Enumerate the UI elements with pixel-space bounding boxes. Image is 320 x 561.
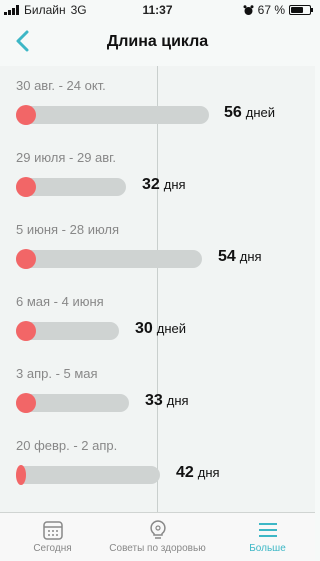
cycle-start-dot: [16, 249, 36, 269]
status-right: 67 %: [243, 3, 313, 17]
cycle-bar: [16, 105, 209, 125]
cycle-unit: дня: [163, 177, 186, 192]
cycle-value: 56 дней: [224, 104, 275, 122]
tab-more[interactable]: Больше: [220, 513, 315, 561]
cycle-range: 5 июня - 28 июля: [16, 222, 120, 237]
cycle-range: 20 февр. - 2 апр.: [16, 438, 118, 453]
cycle-value: 42 дня: [176, 464, 220, 482]
cycle-start-dot: [16, 393, 36, 413]
tab-today[interactable]: Сегодня: [0, 513, 105, 561]
cycle-days: 30: [135, 320, 153, 337]
cycle-days: 56: [224, 104, 242, 121]
cycle-days: 32: [142, 176, 160, 193]
tab-bar: Сегодня Советы по здоровью Больше: [0, 512, 315, 561]
cycle-start-dot: [16, 105, 36, 125]
cycle-row: 30 авг. - 24 окт. 56 дней: [0, 66, 315, 138]
cycle-row: 3 апр. - 5 мая 33 дня: [0, 354, 315, 426]
battery-percent: 67 %: [257, 3, 285, 17]
cycle-unit: дня: [239, 249, 262, 264]
page-title: Длина цикла: [106, 33, 209, 50]
cycle-bar: [16, 321, 119, 341]
cycle-range: 6 мая - 4 июня: [16, 294, 104, 309]
battery-icon: [289, 5, 313, 15]
tab-health-tips[interactable]: Советы по здоровью: [95, 513, 220, 561]
cycle-range: 30 авг. - 24 окт.: [16, 78, 106, 93]
cycle-value: 54 дня: [218, 248, 262, 266]
cycle-range: 3 апр. - 5 мая: [16, 366, 98, 381]
cycle-value: 30 дней: [135, 320, 186, 338]
alarm-icon: [243, 4, 254, 15]
menu-icon: [258, 523, 277, 537]
calendar-icon: [42, 521, 63, 540]
cycle-bar: [16, 393, 129, 413]
cycle-bar: [16, 465, 160, 485]
cycle-unit: дней: [245, 105, 276, 120]
cycle-start-dot: [16, 177, 36, 197]
cycle-length-list: 30 авг. - 24 окт. 56 дней 29 июля - 29 ав…: [0, 66, 315, 512]
status-bar: Билайн 3G 11:37 67 %: [0, 0, 315, 20]
cycle-row: 5 июня - 28 июля 54 дня: [0, 210, 315, 282]
cycle-days: 42: [176, 464, 194, 481]
cycle-days: 54: [218, 248, 236, 265]
cycle-value: 33 дня: [145, 392, 189, 410]
cycle-start-dot: [16, 465, 26, 485]
cycle-row: 20 февр. - 2 апр. 42 дня: [0, 426, 315, 498]
tab-label: Сегодня: [33, 543, 72, 554]
cycle-unit: дней: [156, 321, 187, 336]
cycle-start-dot: [16, 321, 36, 341]
lightbulb-icon: [149, 520, 166, 539]
cycle-days: 33: [145, 392, 163, 409]
cycle-row: 6 мая - 4 июня 30 дней: [0, 282, 315, 354]
cycle-row: 29 июля - 29 авг. 32 дня: [0, 138, 315, 210]
tab-label: Советы по здоровью: [109, 543, 206, 554]
cycle-bar: [16, 249, 202, 269]
cycle-unit: дня: [166, 393, 189, 408]
cycle-bar: [16, 177, 126, 197]
cycle-unit: дня: [197, 465, 220, 480]
navigation-bar: Длина цикла: [0, 20, 315, 64]
tab-label: Больше: [249, 543, 286, 554]
cycle-range: 29 июля - 29 авг.: [16, 150, 116, 165]
cycle-value: 32 дня: [142, 176, 186, 194]
